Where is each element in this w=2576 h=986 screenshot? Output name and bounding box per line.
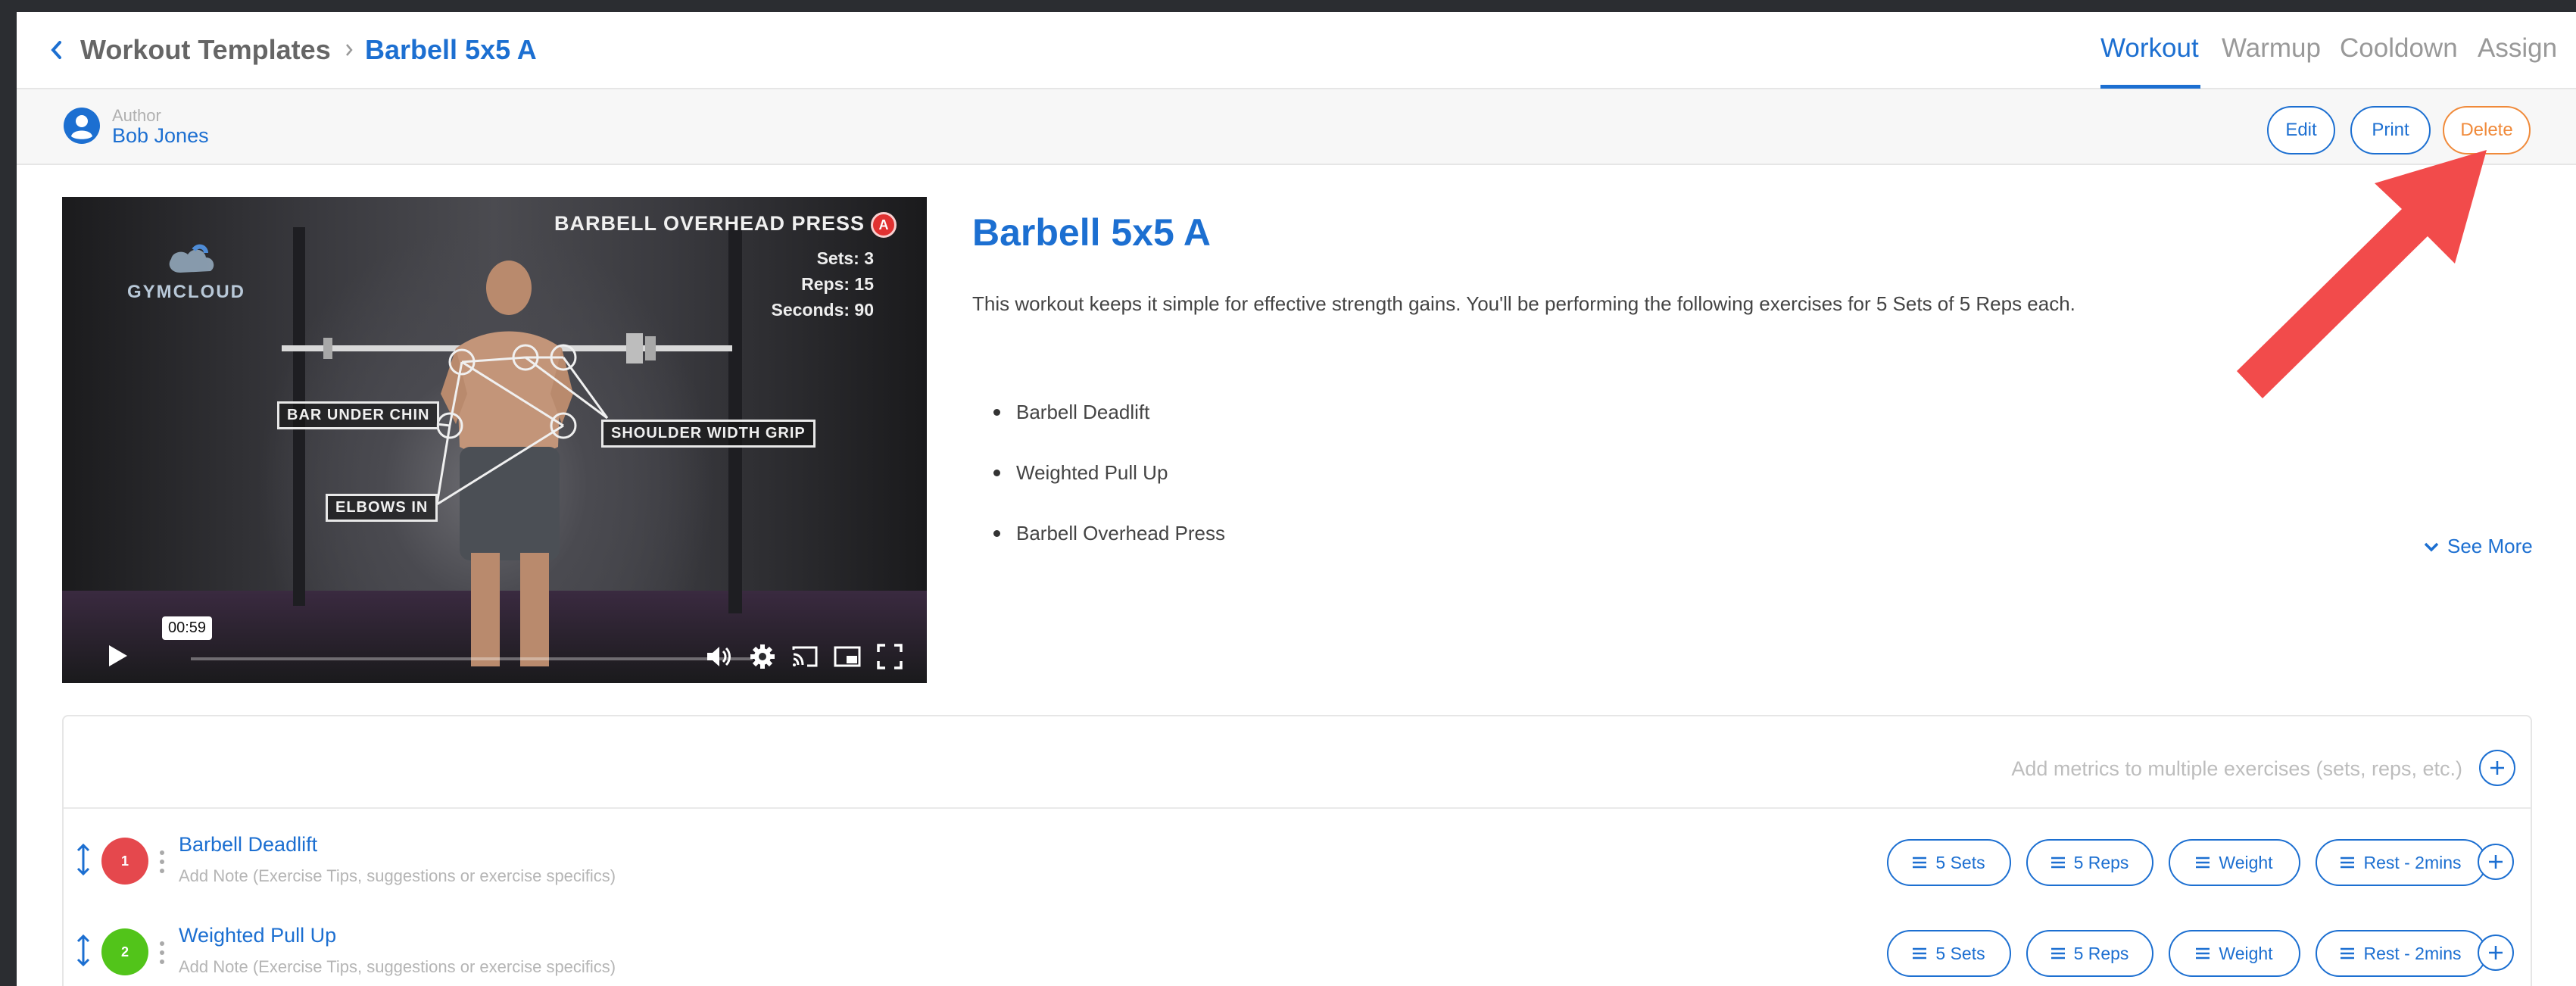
rest-pill[interactable]: Rest - 2mins xyxy=(2316,839,2487,886)
play-icon[interactable] xyxy=(101,641,132,671)
exercise-name-link[interactable]: Weighted Pull Up xyxy=(179,924,336,947)
breadcrumb-separator-icon xyxy=(338,35,360,65)
header-bar: Workout Templates Barbell 5x5 A Workout … xyxy=(17,12,2576,89)
tab-workout[interactable]: Workout xyxy=(2100,32,2199,65)
fullscreen-icon[interactable] xyxy=(875,642,904,671)
lines-icon xyxy=(2051,947,2065,959)
lines-icon xyxy=(2196,947,2210,959)
callout-shoulder-width-grip: SHOULDER WIDTH GRIP xyxy=(601,420,816,448)
exercise-panel: Add metrics to multiple exercises (sets,… xyxy=(62,715,2532,986)
table-row: 2 Weighted Pull Up Add Note (Exercise Ti… xyxy=(64,915,2531,986)
cast-icon[interactable] xyxy=(791,642,819,671)
sets-pill[interactable]: 5 Sets xyxy=(1887,839,2011,886)
workout-description: This workout keeps it simple for effecti… xyxy=(972,292,2075,315)
breadcrumb-parent-link[interactable]: Workout Templates xyxy=(80,35,331,65)
video-sets: Sets: 3 xyxy=(816,248,874,268)
weight-label: Weight xyxy=(2219,852,2273,872)
lines-icon xyxy=(1913,857,1927,869)
callout-bar-under-chin: BAR UNDER CHIN xyxy=(277,401,440,429)
sets-pill[interactable]: 5 Sets xyxy=(1887,930,2011,977)
video-controls: 00:59 xyxy=(62,616,927,683)
exercise-name-link[interactable]: Barbell Deadlift xyxy=(179,833,317,857)
exercise-note-input[interactable]: Add Note (Exercise Tips, suggestions or … xyxy=(179,957,616,977)
rest-label: Rest - 2mins xyxy=(2363,943,2462,963)
see-more-link[interactable]: See More xyxy=(2423,535,2533,558)
drag-handle-icon[interactable] xyxy=(74,842,92,877)
drag-handle-icon[interactable] xyxy=(74,933,92,968)
video-progress-bar[interactable] xyxy=(191,657,753,660)
kebab-menu-icon[interactable] xyxy=(156,847,168,877)
video-reps: Reps: 15 xyxy=(801,274,874,294)
author-name-link[interactable]: Bob Jones xyxy=(112,124,209,148)
kebab-menu-icon[interactable] xyxy=(156,938,168,968)
reps-label: 5 Reps xyxy=(2073,852,2129,872)
lines-icon xyxy=(1913,947,1927,959)
logo-text: GYMCLOUD xyxy=(127,282,245,302)
add-metric-plus-icon[interactable] xyxy=(2478,844,2514,880)
settings-gear-icon[interactable] xyxy=(748,642,777,671)
workout-template-page: Workout Templates Barbell 5x5 A Workout … xyxy=(17,12,2576,986)
weight-label: Weight xyxy=(2219,943,2273,963)
active-tab-indicator xyxy=(2100,85,2200,89)
panel-divider xyxy=(64,807,2531,809)
lines-icon xyxy=(2051,857,2065,869)
user-avatar-icon xyxy=(62,106,101,145)
add-metrics-plus-icon[interactable] xyxy=(2479,750,2515,786)
list-item: Barbell Overhead Press xyxy=(993,518,1225,579)
breadcrumb-current: Barbell 5x5 A xyxy=(365,34,537,65)
sets-label: 5 Sets xyxy=(1935,852,1985,872)
see-more-label: See More xyxy=(2447,535,2533,557)
add-metric-plus-icon[interactable] xyxy=(2478,935,2514,971)
list-item: Barbell Deadlift xyxy=(993,397,1225,457)
lines-icon xyxy=(2341,857,2355,869)
rest-pill[interactable]: Rest - 2mins xyxy=(2316,930,2487,977)
lines-icon xyxy=(2196,857,2210,869)
reps-label: 5 Reps xyxy=(2073,943,2129,963)
weight-pill[interactable]: Weight xyxy=(2169,930,2300,977)
rest-label: Rest - 2mins xyxy=(2363,852,2462,872)
volume-icon[interactable] xyxy=(704,642,733,671)
weight-pill[interactable]: Weight xyxy=(2169,839,2300,886)
video-badge: A xyxy=(871,212,897,238)
exercise-video-player[interactable]: GYMCLOUD BARBELL OVERHEAD PRESS A Sets: … xyxy=(62,197,927,683)
workout-title: Barbell 5x5 A xyxy=(972,211,1211,254)
sets-label: 5 Sets xyxy=(1935,943,1985,963)
video-exercise-title: BARBELL OVERHEAD PRESS xyxy=(554,212,865,235)
table-row: 1 Barbell Deadlift Add Note (Exercise Ti… xyxy=(64,824,2531,900)
reps-pill[interactable]: 5 Reps xyxy=(2026,930,2153,977)
lines-icon xyxy=(2341,947,2355,959)
tab-assign[interactable]: Assign xyxy=(2478,32,2557,65)
picture-in-picture-icon[interactable] xyxy=(833,642,862,671)
exercise-number-badge: 2 xyxy=(101,928,148,975)
list-item: Weighted Pull Up xyxy=(993,457,1225,518)
exercise-summary-list: Barbell Deadlift Weighted Pull Up Barbel… xyxy=(993,397,1225,579)
reps-pill[interactable]: 5 Reps xyxy=(2026,839,2153,886)
time-tooltip: 00:59 xyxy=(162,616,213,640)
metrics-hint: Add metrics to multiple exercises (sets,… xyxy=(2011,757,2462,780)
chevron-down-icon xyxy=(2424,542,2439,551)
annotation-arrow-icon xyxy=(2237,150,2487,398)
exercise-number-badge: 1 xyxy=(101,838,148,885)
tab-cooldown[interactable]: Cooldown xyxy=(2340,32,2458,65)
video-seconds: Seconds: 90 xyxy=(771,300,875,320)
tab-warmup[interactable]: Warmup xyxy=(2222,32,2321,65)
callout-elbows-in: ELBOWS IN xyxy=(326,494,438,522)
exercise-note-input[interactable]: Add Note (Exercise Tips, suggestions or … xyxy=(179,866,616,886)
author-bar: Author Bob Jones Edit Print Delete xyxy=(17,89,2576,165)
back-chevron-icon[interactable] xyxy=(42,35,70,65)
author-label: Author xyxy=(112,106,161,125)
